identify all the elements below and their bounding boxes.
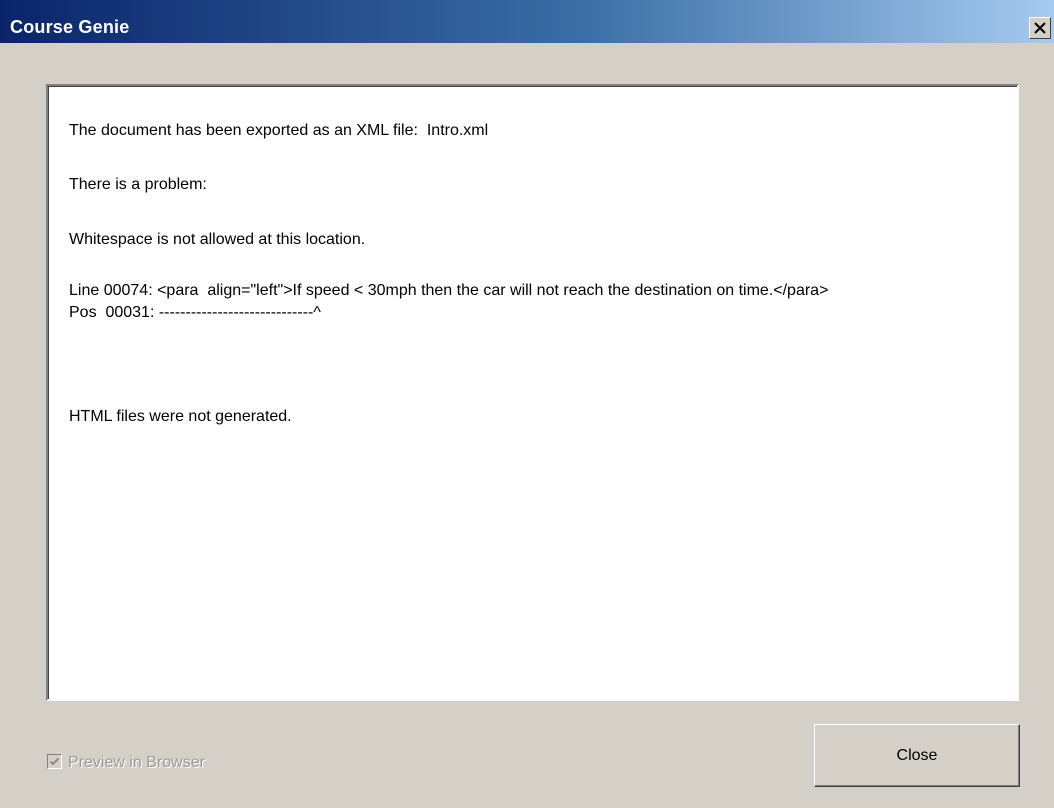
course-genie-dialog: Course Genie The document has been expor… bbox=[0, 0, 1054, 808]
checkmark-icon bbox=[49, 757, 60, 766]
checkbox-box[interactable] bbox=[47, 754, 62, 769]
error-location: Line 00074: <para align="left">If speed … bbox=[69, 282, 829, 321]
problem-heading: There is a problem: bbox=[69, 176, 207, 193]
export-message: The document has been exported as an XML… bbox=[69, 122, 489, 139]
preview-in-browser-label: Preview in Browser bbox=[68, 754, 205, 771]
message-panel: The document has been exported as an XML… bbox=[46, 84, 1019, 701]
close-icon bbox=[1034, 22, 1046, 34]
window-title: Course Genie bbox=[10, 17, 130, 37]
preview-in-browser-checkbox[interactable]: Preview in Browser bbox=[47, 752, 307, 774]
close-button[interactable]: Close bbox=[814, 724, 1020, 787]
result-message: HTML files were not generated. bbox=[69, 408, 292, 425]
title-bar[interactable]: Course Genie bbox=[0, 0, 1054, 43]
title-close-button[interactable] bbox=[1029, 17, 1051, 39]
error-description: Whitespace is not allowed at this locati… bbox=[69, 231, 366, 248]
